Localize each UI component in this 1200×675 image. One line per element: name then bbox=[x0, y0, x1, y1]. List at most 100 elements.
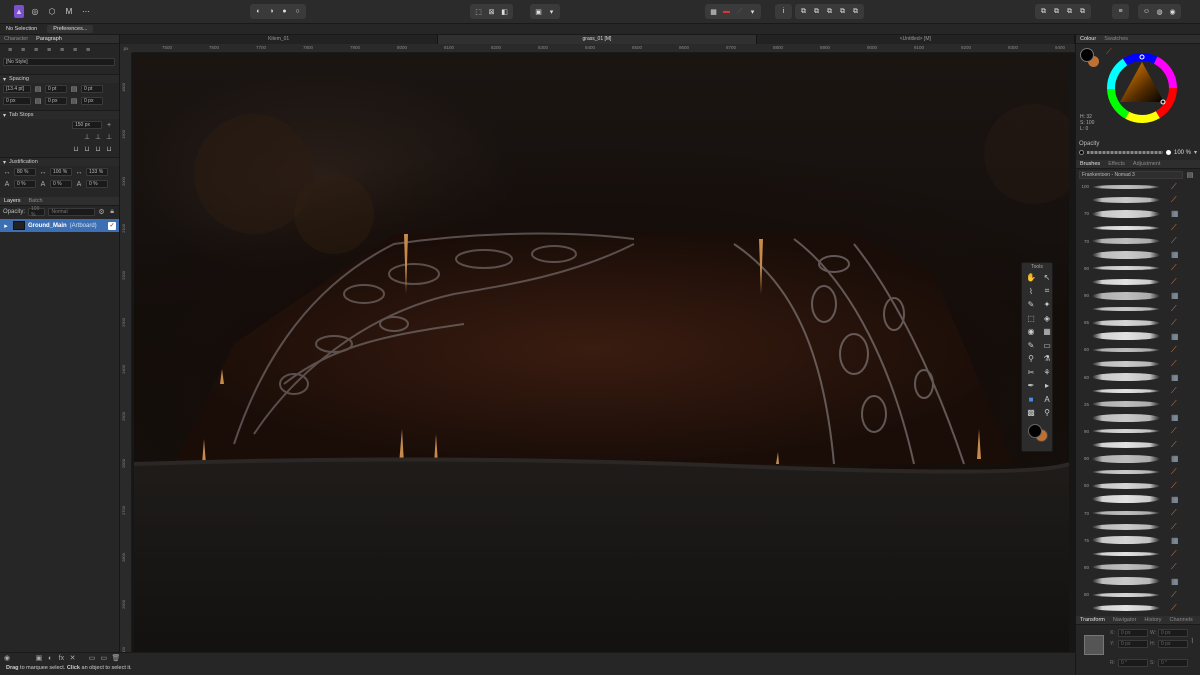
brush-item[interactable]: ▦ bbox=[1076, 493, 1200, 507]
brush-item[interactable]: 65 ⟋ bbox=[1076, 316, 1200, 330]
live-filter-icon[interactable]: ✕ bbox=[70, 654, 76, 662]
leading-field[interactable]: [13.4 pt] bbox=[3, 85, 31, 93]
rotation-field[interactable]: 0 ° bbox=[1118, 659, 1148, 667]
colour-wheel[interactable] bbox=[1106, 52, 1178, 124]
brush-item[interactable]: 100 ⟋ bbox=[1076, 180, 1200, 194]
brush-item[interactable]: 60 ⟋ bbox=[1076, 343, 1200, 357]
brush-category-select[interactable]: Frankentoon - Nomad 3 bbox=[1079, 170, 1183, 179]
brush-item[interactable]: ▦ bbox=[1076, 411, 1200, 425]
magnet-icon[interactable]: ⟋ bbox=[734, 6, 745, 17]
tab-stops-section-header[interactable]: Tab Stops bbox=[0, 110, 119, 119]
align-icon[interactable]: ≡ bbox=[1115, 6, 1126, 17]
brush-item[interactable]: ⟋ bbox=[1076, 275, 1200, 289]
invert-selection-icon[interactable]: ◧ bbox=[499, 6, 510, 17]
brush-item[interactable]: 90 ▦ bbox=[1076, 452, 1200, 466]
blend-mode-select[interactable]: Normal bbox=[48, 208, 95, 216]
paint-brush-icon[interactable]: ✎ bbox=[1024, 339, 1038, 353]
opacity-slider-end[interactable] bbox=[1165, 150, 1171, 155]
deselect-icon[interactable]: ⊠ bbox=[486, 6, 497, 17]
clone-tool-icon[interactable]: ⚗ bbox=[1040, 352, 1054, 366]
grid-icon[interactable]: ▦ bbox=[708, 6, 719, 17]
selection-brush-icon[interactable]: ✎ bbox=[1024, 298, 1038, 312]
center-tab-icon[interactable]: ⊥ bbox=[94, 133, 102, 141]
horizontal-ruler[interactable]: 7500 7600 7700 7800 7900 8000 8100 8200 8300 8400… bbox=[132, 44, 1075, 53]
liquify-persona-icon[interactable]: ◎ bbox=[30, 5, 40, 18]
paragraph-style-select[interactable]: [No Style] bbox=[3, 58, 115, 66]
affinity-photo-persona-icon[interactable]: ▲ bbox=[14, 5, 24, 18]
tab-transform[interactable]: Transform bbox=[1076, 617, 1109, 623]
brush-item[interactable]: ⟋ bbox=[1076, 302, 1200, 316]
justification-section-header[interactable]: Justification bbox=[0, 157, 119, 166]
add-pixel-layer-icon[interactable]: ▭ bbox=[100, 654, 107, 662]
contrast-icon[interactable]: ◑ bbox=[266, 6, 277, 17]
layer-opacity-field[interactable]: 100 % bbox=[28, 206, 46, 218]
layer-row-ground-main[interactable]: ▸ Ground_Main (Artboard) ✓ bbox=[0, 219, 119, 232]
tab-character[interactable]: Character bbox=[0, 36, 32, 42]
grid-tool-icon[interactable]: ▦ bbox=[1040, 325, 1054, 339]
brush-item[interactable]: ⟋ bbox=[1076, 221, 1200, 235]
node-tool-icon[interactable]: ▸ bbox=[1040, 379, 1054, 393]
white-balance-icon[interactable]: ○ bbox=[292, 6, 303, 17]
erase-brush-icon[interactable]: ▭ bbox=[1040, 339, 1054, 353]
left-indent-field[interactable]: 0 px bbox=[3, 97, 31, 105]
brush-item[interactable]: 50 ⟋ bbox=[1076, 479, 1200, 493]
opacity-slider[interactable] bbox=[1087, 151, 1163, 154]
preferences-button[interactable]: Preferences... bbox=[47, 25, 94, 33]
word-spacing-min-field[interactable]: 80 % bbox=[14, 168, 36, 176]
zoom-tool-icon[interactable]: ⚲ bbox=[1040, 406, 1054, 420]
export-persona-icon[interactable]: ⋯ bbox=[81, 5, 91, 18]
brush-item[interactable]: ⟋ bbox=[1076, 384, 1200, 398]
layer-stack-icon[interactable]: ◉ bbox=[4, 654, 10, 662]
rgb-icon[interactable]: ● bbox=[279, 6, 290, 17]
brush-item[interactable]: ⟋ bbox=[1076, 438, 1200, 452]
brush-item[interactable]: ⟋ bbox=[1076, 547, 1200, 561]
brush-item[interactable]: 80 ⟋ bbox=[1076, 561, 1200, 575]
left-tab-icon[interactable]: ⊥ bbox=[83, 133, 91, 141]
space-before-field[interactable]: 0 pt bbox=[45, 85, 67, 93]
share-icon[interactable]: ◍ bbox=[1154, 6, 1165, 17]
tab-swatches[interactable]: Swatches bbox=[1100, 36, 1132, 42]
add-tab-icon[interactable]: + bbox=[105, 121, 113, 129]
mesh-warp-icon[interactable]: ▩ bbox=[1024, 406, 1038, 420]
move-front-icon[interactable]: ⧉ bbox=[837, 6, 848, 17]
letter-spacing-max-field[interactable]: 0 % bbox=[86, 180, 108, 188]
mask-layer-icon[interactable]: ▣ bbox=[36, 654, 43, 662]
tab-brushes[interactable]: Brushes bbox=[1076, 161, 1104, 167]
gear-icon[interactable]: ⚙ bbox=[98, 208, 106, 216]
colour-opacity-value[interactable]: 100 % bbox=[1174, 150, 1191, 156]
brush-item[interactable]: 60 ▦ bbox=[1076, 370, 1200, 384]
flood-select-icon[interactable]: ✦ bbox=[1040, 298, 1054, 312]
lock-icon[interactable]: 🔒︎ bbox=[108, 208, 116, 216]
document-tab-2[interactable]: grass_01 [M] bbox=[438, 35, 757, 44]
chevron-down-icon[interactable]: ▾ bbox=[747, 6, 758, 17]
document-tab-1[interactable]: Kitem_01 bbox=[120, 35, 439, 44]
trash-icon[interactable]: 🗑︎ bbox=[112, 654, 121, 662]
develop-persona-icon[interactable]: ⬡ bbox=[47, 5, 57, 18]
primary-colour-swatch[interactable] bbox=[1080, 48, 1094, 62]
word-spacing-desired-field[interactable]: 100 % bbox=[50, 168, 72, 176]
letter-spacing-desired-field[interactable]: 0 % bbox=[50, 180, 72, 188]
pen-tool-icon[interactable]: ✒ bbox=[1024, 379, 1038, 393]
tab-type-d-icon[interactable]: ⊔ bbox=[105, 145, 113, 153]
move-tool-icon[interactable]: ↖ bbox=[1040, 271, 1054, 285]
chevron-down-icon[interactable]: ▾ bbox=[1194, 149, 1197, 156]
brush-item[interactable]: 70 ⟋ bbox=[1076, 506, 1200, 520]
marquee-icon[interactable]: ⬚ bbox=[473, 6, 484, 17]
link-icon[interactable]: ⌇ bbox=[1191, 637, 1194, 645]
brush-item[interactable]: 90 ⟋ bbox=[1076, 425, 1200, 439]
intersect-icon[interactable]: ⧉ bbox=[1064, 6, 1075, 17]
primary-color-swatch[interactable] bbox=[1028, 423, 1042, 438]
fx-icon[interactable]: fx bbox=[58, 654, 64, 662]
brush-item[interactable]: 90 ▦ bbox=[1076, 289, 1200, 303]
first-line-indent-field[interactable]: 0 px bbox=[45, 97, 67, 105]
brush-item[interactable]: 75 ▦ bbox=[1076, 533, 1200, 547]
brush-item[interactable]: 80 ⟋ bbox=[1076, 588, 1200, 602]
justify-center-icon[interactable]: ≡ bbox=[58, 46, 66, 54]
brush-item[interactable]: ▦ bbox=[1076, 330, 1200, 344]
tab-channels[interactable]: Channels bbox=[1166, 617, 1197, 623]
brush-item[interactable]: ⟋ bbox=[1076, 194, 1200, 208]
align-right-icon[interactable]: ≡ bbox=[32, 46, 40, 54]
tab-paragraph[interactable]: Paragraph bbox=[32, 36, 66, 42]
right-tab-icon[interactable]: ⊥ bbox=[105, 133, 113, 141]
tab-type-a-icon[interactable]: ⊔ bbox=[72, 145, 80, 153]
